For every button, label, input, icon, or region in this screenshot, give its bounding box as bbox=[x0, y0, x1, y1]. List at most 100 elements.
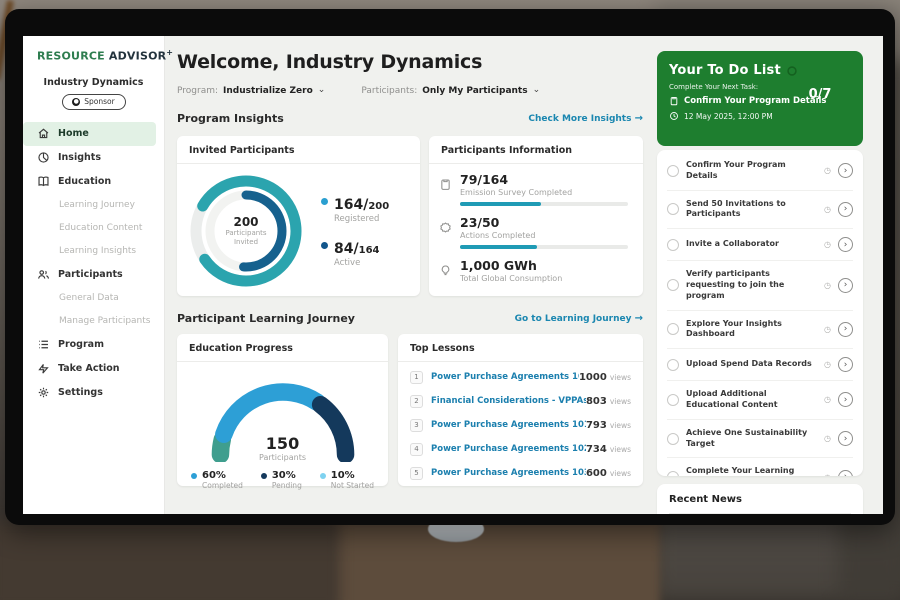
task-checkbox[interactable] bbox=[667, 279, 679, 291]
take-action-icon bbox=[37, 362, 50, 375]
progress-fill bbox=[460, 245, 537, 249]
top-lessons-card: Top Lessons 1 Power Purchase Agreements … bbox=[398, 334, 643, 486]
task-checkbox[interactable] bbox=[667, 239, 679, 251]
task-label: Invite a Collaborator bbox=[686, 239, 817, 250]
sidebar-item-home[interactable]: Home bbox=[23, 122, 156, 146]
rank-badge: 5 bbox=[410, 467, 423, 480]
sidebar-item-settings[interactable]: Settings bbox=[23, 381, 164, 405]
chevron-right-icon[interactable]: › bbox=[838, 392, 853, 407]
chevron-down-icon: ⌄ bbox=[318, 85, 326, 95]
sidebar-item-education[interactable]: Education bbox=[23, 170, 164, 194]
lesson-link[interactable]: Power Purchase Agreements 102 bbox=[431, 444, 586, 454]
stat-label: Actions Completed bbox=[460, 231, 628, 240]
task-label: Explore Your Insights Dashboard bbox=[686, 319, 817, 341]
chevron-right-icon[interactable]: › bbox=[838, 278, 853, 293]
clock-icon: ◷ bbox=[824, 360, 831, 369]
todo-tasks-card: Confirm Your Program Details ◷ › Send 50… bbox=[657, 150, 863, 476]
task-label: Achieve One Sustainability Target bbox=[686, 428, 817, 450]
lesson-link[interactable]: Power Purchase Agreements 101 bbox=[431, 372, 579, 382]
registered-dot-icon bbox=[321, 198, 328, 205]
check-more-insights-link[interactable]: Check More Insights → bbox=[528, 113, 643, 124]
lesson-link[interactable]: Power Purchase Agreements 103 bbox=[431, 468, 586, 478]
task-checkbox[interactable] bbox=[667, 471, 679, 476]
registered-value: 164/ bbox=[334, 197, 368, 213]
sidebar-item-label: Education bbox=[58, 176, 111, 187]
views-count: 803 bbox=[586, 396, 607, 407]
sidebar-item-label: Home bbox=[58, 128, 89, 139]
lesson-link[interactable]: Financial Considerations - VPPAs bbox=[431, 396, 586, 406]
program-insights-header: Program Insights Check More Insights → bbox=[177, 112, 643, 125]
legend-pct: 10% bbox=[331, 470, 374, 481]
task-row[interactable]: Verify participants requesting to join t… bbox=[667, 261, 853, 310]
sidebar-item-education-content[interactable]: Education Content bbox=[23, 217, 164, 240]
sidebar-item-program[interactable]: Program bbox=[23, 333, 164, 357]
sidebar-item-participants[interactable]: Participants bbox=[23, 263, 164, 287]
sidebar-item-take-action[interactable]: Take Action bbox=[23, 357, 164, 381]
clock-icon: ◷ bbox=[824, 325, 831, 334]
sidebar-item-insights[interactable]: Insights bbox=[23, 146, 164, 170]
recent-news-card: Recent News bbox=[657, 484, 863, 514]
education-gauge-chart: 150 Participants bbox=[198, 370, 368, 462]
chevron-right-icon[interactable]: › bbox=[838, 357, 853, 372]
chevron-right-icon[interactable]: › bbox=[838, 431, 853, 446]
logo-secondary: ADVISOR bbox=[109, 50, 166, 63]
task-row[interactable]: Confirm Your Program Details ◷ › bbox=[667, 152, 853, 191]
lesson-row: 5 Power Purchase Agreements 103 600 view… bbox=[398, 461, 643, 485]
participants-icon bbox=[37, 268, 50, 281]
task-row[interactable]: Upload Additional Educational Content ◷ … bbox=[667, 381, 853, 420]
link-label: Go to Learning Journey bbox=[515, 314, 632, 324]
sponsor-icon: ● bbox=[72, 98, 80, 106]
education-legend: 60% Completed 30% Pending 10% Not Starte… bbox=[177, 462, 388, 490]
go-to-learning-journey-link[interactable]: Go to Learning Journey → bbox=[515, 313, 643, 324]
card-title: Education Progress bbox=[177, 334, 388, 362]
task-row[interactable]: Invite a Collaborator ◷ › bbox=[667, 229, 853, 261]
program-dropdown[interactable]: Program: Industrialize Zero ⌄ bbox=[177, 86, 325, 96]
chevron-right-icon[interactable]: › bbox=[838, 237, 853, 252]
task-checkbox[interactable] bbox=[667, 433, 679, 445]
legend-not-started: 10% Not Started bbox=[320, 470, 374, 490]
task-row[interactable]: Complete Your Learning Journey ◷ › bbox=[667, 458, 853, 476]
task-checkbox[interactable] bbox=[667, 203, 679, 215]
logo-plus: + bbox=[166, 48, 173, 57]
participants-information-card: Participants Information 79/164 Emission… bbox=[429, 136, 643, 296]
lesson-row: 1 Power Purchase Agreements 101 1000 vie… bbox=[398, 365, 643, 389]
chevron-right-icon[interactable]: › bbox=[838, 470, 853, 476]
task-checkbox[interactable] bbox=[667, 165, 679, 177]
task-checkbox[interactable] bbox=[667, 359, 679, 371]
task-row[interactable]: Explore Your Insights Dashboard ◷ › bbox=[667, 311, 853, 350]
task-row[interactable]: Achieve One Sustainability Target ◷ › bbox=[667, 420, 853, 459]
chevron-down-icon: ⌄ bbox=[533, 85, 541, 95]
sidebar-item-learning-journey[interactable]: Learning Journey bbox=[23, 194, 164, 217]
participants-dropdown[interactable]: Participants: Only My Participants ⌄ bbox=[361, 86, 540, 96]
task-row[interactable]: Upload Spend Data Records ◷ › bbox=[667, 349, 853, 381]
chevron-right-icon[interactable]: › bbox=[838, 322, 853, 337]
sidebar-item-label: Settings bbox=[58, 387, 103, 398]
sidebar-item-general-data[interactable]: General Data bbox=[23, 287, 164, 310]
views-suffix: views bbox=[610, 421, 631, 430]
sidebar-item-learning-insights[interactable]: Learning Insights bbox=[23, 240, 164, 263]
legend-pending: 30% Pending bbox=[261, 470, 302, 490]
book-icon bbox=[37, 175, 50, 188]
lesson-link[interactable]: Power Purchase Agreements 101 bbox=[431, 420, 586, 430]
lesson-row: 3 Power Purchase Agreements 101 793 view… bbox=[398, 413, 643, 437]
sidebar-item-label: Participants bbox=[58, 269, 123, 280]
stat-value: 1,000 GWh bbox=[460, 258, 562, 273]
program-list-icon bbox=[37, 338, 50, 351]
chevron-right-icon[interactable]: › bbox=[838, 202, 853, 217]
invited-count-label: Participants Invited bbox=[217, 229, 275, 247]
views-suffix: views bbox=[610, 373, 631, 382]
task-label: Upload Spend Data Records bbox=[686, 359, 817, 370]
chevron-right-icon[interactable]: › bbox=[838, 163, 853, 178]
task-checkbox[interactable] bbox=[667, 323, 679, 335]
sponsor-badge[interactable]: ● Sponsor bbox=[62, 94, 126, 110]
gear-icon bbox=[37, 386, 50, 399]
stat-emission-survey: 79/164 Emission Survey Completed bbox=[439, 172, 629, 206]
views-count: 793 bbox=[586, 420, 607, 431]
task-checkbox[interactable] bbox=[667, 394, 679, 406]
task-row[interactable]: Send 50 Invitations to Participants ◷ › bbox=[667, 191, 853, 230]
gauge-center: 150 Participants bbox=[198, 434, 368, 462]
sidebar-item-manage-participants[interactable]: Manage Participants bbox=[23, 310, 164, 333]
task-label: Verify participants requesting to join t… bbox=[686, 269, 817, 301]
views-count: 734 bbox=[586, 444, 607, 455]
todo-progress-ring: 0/7 bbox=[787, 61, 853, 127]
